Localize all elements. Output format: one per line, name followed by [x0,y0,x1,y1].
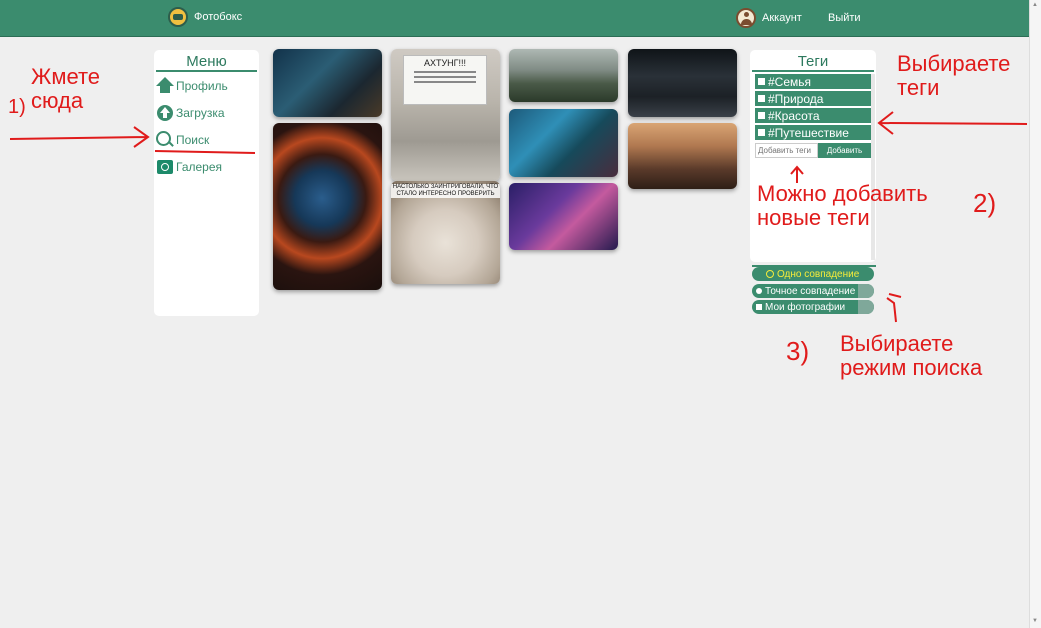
search-underline [154,150,256,154]
annotation-choose-mode: Выбираете режим поиска [840,331,983,380]
annotation-add-tags: Можно добавить новые теги [757,181,928,230]
arrow-to-modes [886,293,902,323]
arrow-to-search [9,126,150,148]
annotation-step3: 3) [786,336,810,366]
annotation-click-here: Жмете сюда [31,64,101,113]
annotation-strokes [9,111,1028,323]
annotation-step2: 2) [973,188,997,218]
annotation-step1: 1) [8,96,26,118]
annotation-choose-tags: Выбираете теги [897,51,1011,100]
arrow-to-tags [877,111,1028,135]
